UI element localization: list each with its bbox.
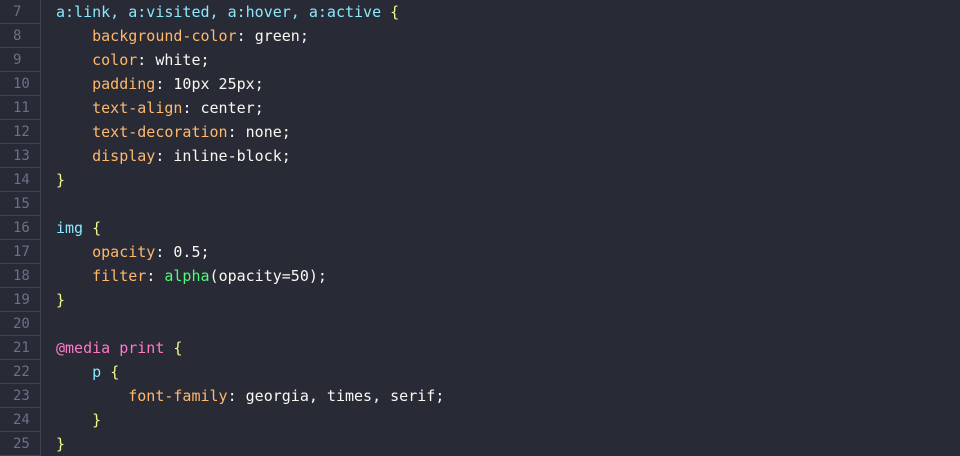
css-selector: a:link, a:visited, a:hover, a:active <box>56 3 382 21</box>
code-line: a:link, a:visited, a:hover, a:active { <box>56 0 399 24</box>
code-line: } <box>56 432 65 456</box>
css-property: text-decoration <box>92 123 228 141</box>
css-media-type: print <box>119 339 165 357</box>
code-line: } <box>56 408 101 432</box>
line-number: 15 <box>0 192 40 216</box>
line-number: 20 <box>0 312 40 336</box>
css-property: text-align <box>92 99 183 117</box>
css-value: 10px 25px <box>173 75 255 93</box>
open-brace: { <box>173 339 183 357</box>
line-number: 25 <box>0 432 40 456</box>
code-line: font-family: georgia, times, serif; <box>128 387 445 405</box>
code-line: } <box>56 288 65 312</box>
code-line: filter: alpha(opacity=50); <box>92 267 327 285</box>
css-property: font-family <box>128 387 228 405</box>
css-value: white <box>155 51 201 69</box>
code-line: @media print { <box>56 336 182 360</box>
css-property: padding <box>92 75 156 93</box>
line-number: 24 <box>0 408 40 432</box>
css-selector: img <box>56 219 84 237</box>
code-line: color: white; <box>92 51 210 69</box>
css-value: georgia, times, serif <box>245 387 436 405</box>
css-value: center <box>200 99 255 117</box>
code-line: opacity: 0.5; <box>92 243 210 261</box>
open-brace: { <box>110 363 120 381</box>
close-brace: } <box>56 171 66 189</box>
css-selector: p <box>92 363 102 381</box>
code-line: text-align: center; <box>92 99 264 117</box>
code-editor[interactable]: 7 8 9 10 11 12 13 14 15 16 17 18 19 20 2… <box>0 0 960 456</box>
line-number: 8 <box>0 24 40 48</box>
open-brace: { <box>92 219 102 237</box>
line-number: 16 <box>0 216 40 240</box>
line-number: 21 <box>0 336 40 360</box>
css-value: inline-block <box>173 147 282 165</box>
css-property: opacity <box>92 243 156 261</box>
css-property: color <box>92 51 138 69</box>
line-number: 9 <box>0 48 40 72</box>
close-brace: } <box>56 291 66 309</box>
line-number: 22 <box>0 360 40 384</box>
line-number: 19 <box>0 288 40 312</box>
code-line: padding: 10px 25px; <box>92 75 264 93</box>
line-number: 17 <box>0 240 40 264</box>
code-line: text-decoration: none; <box>92 123 291 141</box>
line-number: 10 <box>0 72 40 96</box>
code-line: img { <box>56 216 101 240</box>
line-number: 7 <box>0 0 40 24</box>
line-number: 23 <box>0 384 40 408</box>
line-number: 12 <box>0 120 40 144</box>
open-brace: { <box>390 3 400 21</box>
line-number: 14 <box>0 168 40 192</box>
line-number-gutter: 7 8 9 10 11 12 13 14 15 16 17 18 19 20 2… <box>0 0 41 456</box>
close-brace: } <box>56 435 66 453</box>
line-number: 13 <box>0 144 40 168</box>
css-value: green <box>254 27 300 45</box>
code-line: } <box>56 168 65 192</box>
code-line: background-color: green; <box>92 27 309 45</box>
code-line: p { <box>56 360 119 384</box>
close-brace: } <box>92 411 102 429</box>
css-property: display <box>92 147 156 165</box>
css-property: filter <box>92 267 147 285</box>
css-value: 0.5 <box>173 243 201 261</box>
line-number: 18 <box>0 264 40 288</box>
css-function-arg: opacity=50 <box>218 267 309 285</box>
css-property: background-color <box>92 27 237 45</box>
line-number: 11 <box>0 96 40 120</box>
css-value: none <box>245 123 282 141</box>
css-function: alpha <box>164 267 210 285</box>
code-line: display: inline-block; <box>92 147 291 165</box>
css-at-rule: @media <box>56 339 111 357</box>
